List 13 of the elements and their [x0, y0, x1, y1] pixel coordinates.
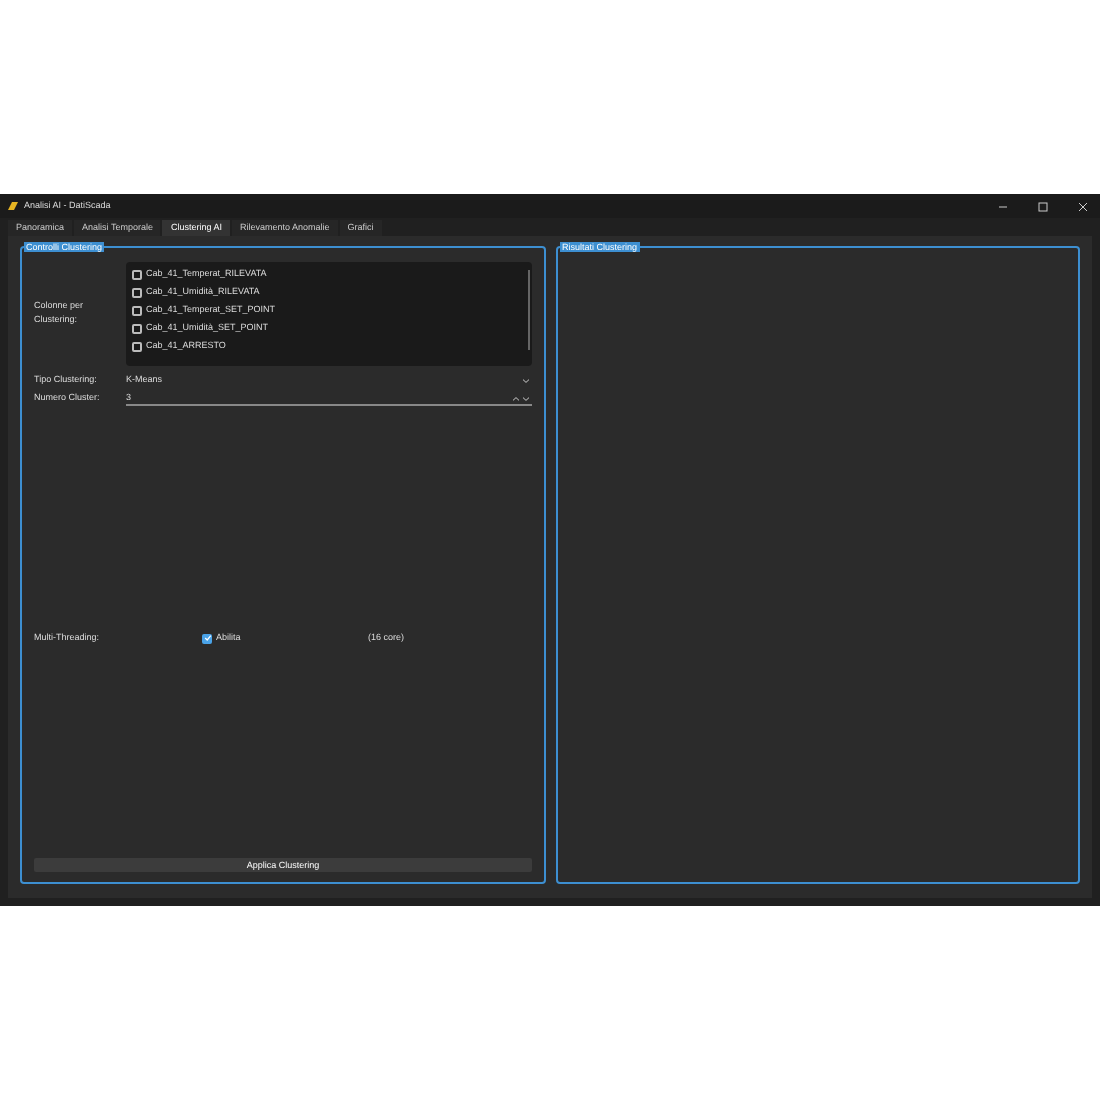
close-icon[interactable]: [1078, 201, 1088, 211]
chevron-down-icon: [522, 378, 530, 384]
checkbox[interactable]: [132, 341, 142, 351]
up-down-icon: [512, 395, 530, 401]
minimize-icon[interactable]: [998, 201, 1008, 211]
checkbox[interactable]: [132, 269, 142, 279]
maximize-icon[interactable]: [1038, 201, 1048, 211]
checkbox[interactable]: [132, 287, 142, 297]
check-icon: [203, 634, 211, 642]
scrollbar[interactable]: [528, 270, 530, 350]
app-icon: [8, 202, 18, 210]
checkbox[interactable]: [132, 305, 142, 315]
checkbox[interactable]: [132, 323, 142, 333]
